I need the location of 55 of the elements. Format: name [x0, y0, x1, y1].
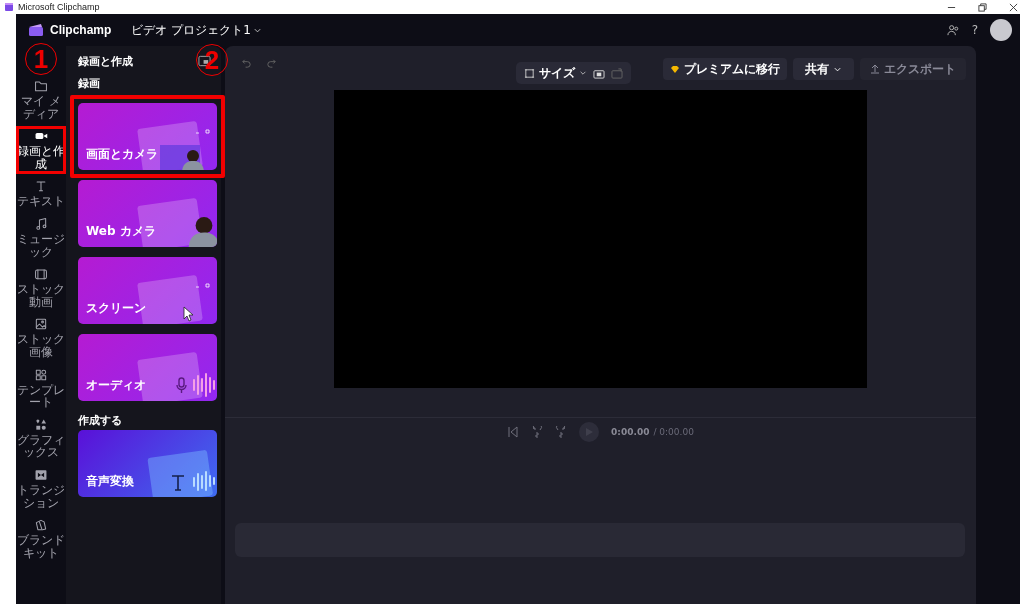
app-icon: [4, 2, 14, 12]
help-button[interactable]: ?: [971, 23, 978, 37]
skip-back-icon[interactable]: [507, 426, 520, 438]
transition-icon: [34, 467, 48, 482]
text-icon: [171, 475, 185, 491]
chevron-down-icon: [579, 69, 587, 77]
document-drawing: [147, 449, 214, 497]
sidebar-item[interactable]: ストック動画: [16, 264, 66, 313]
shapes-icon: [34, 417, 48, 432]
waveform-icon: [193, 471, 215, 491]
forward-5-icon[interactable]: [555, 426, 568, 438]
restore-icon[interactable]: [978, 2, 987, 12]
recording-option-card[interactable]: オーディオ: [78, 334, 217, 401]
share-button[interactable]: 共有: [793, 58, 854, 80]
people-icon[interactable]: [946, 23, 960, 37]
size-dropdown[interactable]: サイズ: [524, 64, 587, 82]
total-duration: / 0:00.00: [653, 427, 694, 437]
close-icon[interactable]: [1009, 2, 1018, 12]
sidebar-item[interactable]: テキスト: [16, 176, 66, 212]
rewind-5-icon[interactable]: [531, 426, 544, 438]
window-title: Microsoft Clipchamp: [18, 2, 100, 12]
sidebar-item[interactable]: マイ メディア: [16, 76, 66, 125]
recording-option-card[interactable]: スクリーン: [78, 257, 217, 324]
sidebar-item[interactable]: グラフィックス: [16, 414, 66, 463]
image-icon: [34, 317, 48, 332]
panel-title: 録画と作成: [78, 53, 133, 69]
cursor-icon: [183, 306, 194, 322]
waveform-icon: [193, 373, 215, 397]
section-heading: 作成する: [78, 413, 123, 428]
avatar[interactable]: [990, 19, 1012, 41]
sidebar-item[interactable]: ブランドキット: [16, 515, 66, 564]
template-icon: [34, 367, 48, 382]
recording-option-card[interactable]: 音声変換: [78, 430, 217, 497]
section-heading: 録画: [78, 76, 101, 91]
sidebar-item[interactable]: テンプレート: [16, 364, 66, 413]
sidebar-item[interactable]: ストック画像: [16, 314, 66, 363]
text-icon: [34, 179, 48, 194]
folder-icon: [34, 79, 48, 93]
music-icon: [34, 216, 48, 231]
upload-icon: [870, 64, 880, 74]
brand-kit-icon: [34, 518, 48, 533]
premium-button[interactable]: プレミアムに移行: [663, 58, 787, 80]
current-time: 0:00.00: [611, 427, 650, 437]
sidebar-item[interactable]: トランジション: [16, 464, 66, 514]
brand-name: Clipchamp: [50, 23, 112, 37]
recording-option-card[interactable]: 画面とカメラ: [70, 95, 225, 178]
microphone-icon: [176, 377, 187, 394]
gem-icon: [670, 64, 680, 74]
film-icon: [34, 267, 48, 282]
sidebar-item[interactable]: ミュージック: [16, 213, 66, 263]
project-title-dropdown[interactable]: ビデオ プロジェクト1: [131, 21, 262, 39]
clipchamp-logo-icon: [28, 23, 44, 37]
recording-option-card[interactable]: Web カメラ: [78, 180, 217, 247]
fit-frame-icon[interactable]: [593, 67, 605, 79]
crop-frame-icon: [524, 67, 535, 79]
